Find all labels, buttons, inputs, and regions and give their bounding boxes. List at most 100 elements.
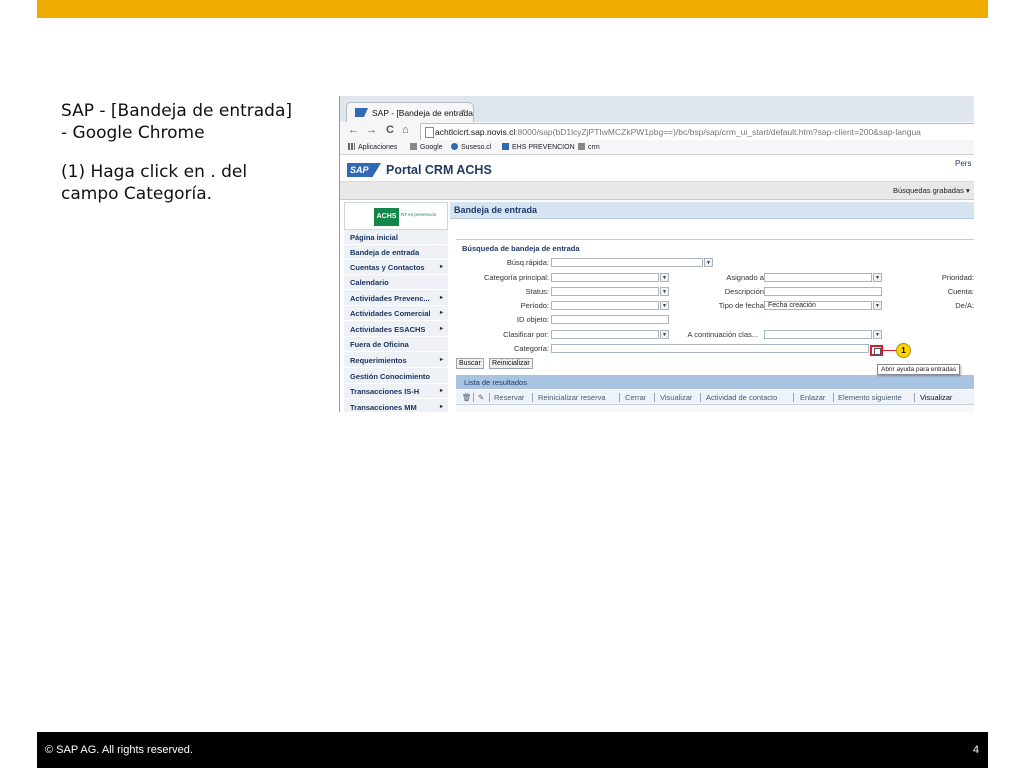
chevron-right-icon: ▸ <box>440 388 444 394</box>
actividad-de-contacto-button[interactable]: Actividad de contacto <box>706 393 777 402</box>
suseso-icon <box>451 143 458 150</box>
tab-title: SAP - [Bandeja de entrada <box>372 108 473 118</box>
nav-item-actividades-esachs[interactable]: Actividades ESACHS ▸ <box>344 322 448 337</box>
tab-close-icon[interactable]: × <box>461 107 466 116</box>
back-icon[interactable]: ← <box>348 124 359 136</box>
reinicializar-reserva-button[interactable]: Reinicializar reserva <box>538 393 606 402</box>
main-content: Bandeja de entrada Búsqueda de bandeja d… <box>450 202 974 412</box>
saved-searches-dropdown[interactable]: Búsquedas grabadas ▾ <box>893 186 970 195</box>
descripcion-label: Descripción: <box>724 287 766 296</box>
visualizar-button[interactable]: Visualizar <box>660 393 692 402</box>
nav-item-pagina-inicial[interactable]: Página inicial <box>344 230 448 245</box>
nav-item-transacciones-is-h[interactable]: Transacciones IS-H ▸ <box>344 384 448 399</box>
slide-text: SAP - [Bandeja de entrada] - Google Chrom… <box>61 100 321 205</box>
results-header: Lista de resultados <box>456 375 974 389</box>
asignado-a-label: Asignado a: <box>726 273 766 282</box>
nav-item-calendario[interactable]: Calendario <box>344 275 448 290</box>
edit-icon[interactable]: ✎ <box>478 393 484 402</box>
page-title: Bandeja de entrada <box>454 205 538 215</box>
clasificar-por-field[interactable] <box>551 330 659 339</box>
categoria-principal-dropdown-icon[interactable]: ▼ <box>660 273 669 282</box>
step-connector-line <box>883 350 896 351</box>
descripcion-field[interactable] <box>764 287 882 296</box>
personalize-link[interactable]: Pers <box>955 159 971 168</box>
bookmarks-bar: Aplicaciones Google Suseso.cl EHS PREVEN… <box>340 140 974 155</box>
chevron-right-icon: ▸ <box>440 264 444 270</box>
address-bar[interactable]: achtlcicrt.sap.novis.cl:8000/sap(bD1lcyZ… <box>420 123 974 141</box>
a-continuacion-field[interactable] <box>764 330 872 339</box>
sap-favicon-icon <box>355 108 368 117</box>
browser-tab[interactable]: SAP - [Bandeja de entrada × <box>346 102 474 123</box>
asignado-a-dropdown-icon[interactable]: ▼ <box>873 273 882 282</box>
status-label: Status: <box>525 287 549 296</box>
reinicializar-button[interactable]: Reinicializar <box>489 358 533 369</box>
nav-item-actividades-comercial[interactable]: Actividades Comercial ▸ <box>344 306 448 321</box>
visualizar-secondary-button[interactable]: Visualizar <box>920 393 952 402</box>
periodo-field[interactable] <box>551 301 659 310</box>
page-icon <box>410 143 417 150</box>
reservar-button[interactable]: Reservar <box>494 393 524 402</box>
achs-logo: ACHS <box>374 208 399 226</box>
slide-footer: © SAP AG. All rights reserved. 4 <box>37 732 988 768</box>
busq-rapida-field[interactable] <box>551 258 703 267</box>
step-marker: 1 <box>896 343 911 358</box>
results-toolbar: 🗑 ✎ Reservar Reinicializar reserva Cerra… <box>456 390 974 405</box>
tab-strip: SAP - [Bandeja de entrada × <box>340 96 974 123</box>
toolbar-separator <box>619 393 620 402</box>
cuenta-label: Cuenta: <box>947 287 974 296</box>
tipo-de-fecha-label: Tipo de fecha: <box>718 301 766 310</box>
chevron-right-icon: ▸ <box>440 404 444 410</box>
cerrar-button[interactable]: Cerrar <box>625 393 646 402</box>
nav-item-fuera-de-oficina[interactable]: Fuera de Oficina <box>344 337 448 352</box>
results-column-headers <box>456 405 974 412</box>
categoria-field[interactable] <box>551 344 869 353</box>
delete-icon[interactable]: 🗑 <box>462 393 472 402</box>
chevron-right-icon: ▸ <box>440 295 444 301</box>
toolbar-separator <box>793 393 794 402</box>
tipo-de-fecha-field[interactable]: Fecha creación <box>764 301 872 310</box>
nav-item-gestion-conocimiento[interactable]: Gestión Conocimiento <box>344 369 448 384</box>
nav-item-bandeja-de-entrada[interactable]: Bandeja de entrada <box>344 245 448 260</box>
asignado-a-field[interactable] <box>764 273 872 282</box>
bookmark-google[interactable]: Google <box>410 143 443 151</box>
toolbar-separator <box>833 393 834 402</box>
status-dropdown-icon[interactable]: ▼ <box>660 287 669 296</box>
portal-title: Portal CRM ACHS <box>386 163 492 177</box>
status-field[interactable] <box>551 287 659 296</box>
apps-grid-icon <box>348 143 355 150</box>
forward-icon[interactable]: → <box>366 124 377 136</box>
toolbar-separator <box>532 393 533 402</box>
bookmark-ehs[interactable]: EHS PREVENCION <box>502 143 575 151</box>
buscar-button[interactable]: Buscar <box>456 358 484 369</box>
elemento-siguiente-button[interactable]: Elemento siguiente <box>838 393 902 402</box>
id-objeto-field[interactable] <box>551 315 669 324</box>
categoria-principal-field[interactable] <box>551 273 659 282</box>
nav-item-actividades-prevenc[interactable]: Actividades Prevenc... ▸ <box>344 291 448 306</box>
nav-item-cuentas-y-contactos[interactable]: Cuentas y Contactos ▸ <box>344 260 448 275</box>
footer-copyright: © SAP AG. All rights reserved. <box>45 744 193 756</box>
slide-top-bar <box>37 0 988 18</box>
open-value-help-button[interactable] <box>870 345 883 356</box>
busq-rapida-dropdown-icon[interactable]: ▼ <box>704 258 713 267</box>
nav-item-requerimientos[interactable]: Requerimientos ▸ <box>344 353 448 368</box>
bookmark-suseso[interactable]: Suseso.cl <box>451 143 491 151</box>
enlazar-button[interactable]: Enlazar <box>800 393 825 402</box>
nav-item-transacciones-mm[interactable]: Transacciones MM ▸ <box>344 400 448 412</box>
sap-bookmark-icon <box>502 143 509 150</box>
reload-icon[interactable]: C <box>386 124 394 136</box>
periodo-dropdown-icon[interactable]: ▼ <box>660 301 669 310</box>
chevron-right-icon: ▸ <box>440 326 444 332</box>
a-continuacion-dropdown-icon[interactable]: ▼ <box>873 330 882 339</box>
chevron-right-icon: ▸ <box>440 357 444 363</box>
tipo-de-fecha-dropdown-icon[interactable]: ▼ <box>873 301 882 310</box>
de-a-label: De/A: <box>955 301 974 310</box>
toolbar-separator <box>914 393 915 402</box>
bookmark-crm[interactable]: crm <box>578 143 600 151</box>
clasificar-por-dropdown-icon[interactable]: ▼ <box>660 330 669 339</box>
busq-rapida-label: Búsq.rápida: <box>506 258 549 267</box>
page-number: 4 <box>972 744 979 756</box>
clasificar-por-label: Clasificar por: <box>503 330 549 339</box>
home-icon[interactable]: ⌂ <box>402 124 409 136</box>
navigation-sidebar: ACHS NT en prevención Página inicial Ban… <box>344 202 448 412</box>
bookmark-apps[interactable]: Aplicaciones <box>348 143 397 151</box>
